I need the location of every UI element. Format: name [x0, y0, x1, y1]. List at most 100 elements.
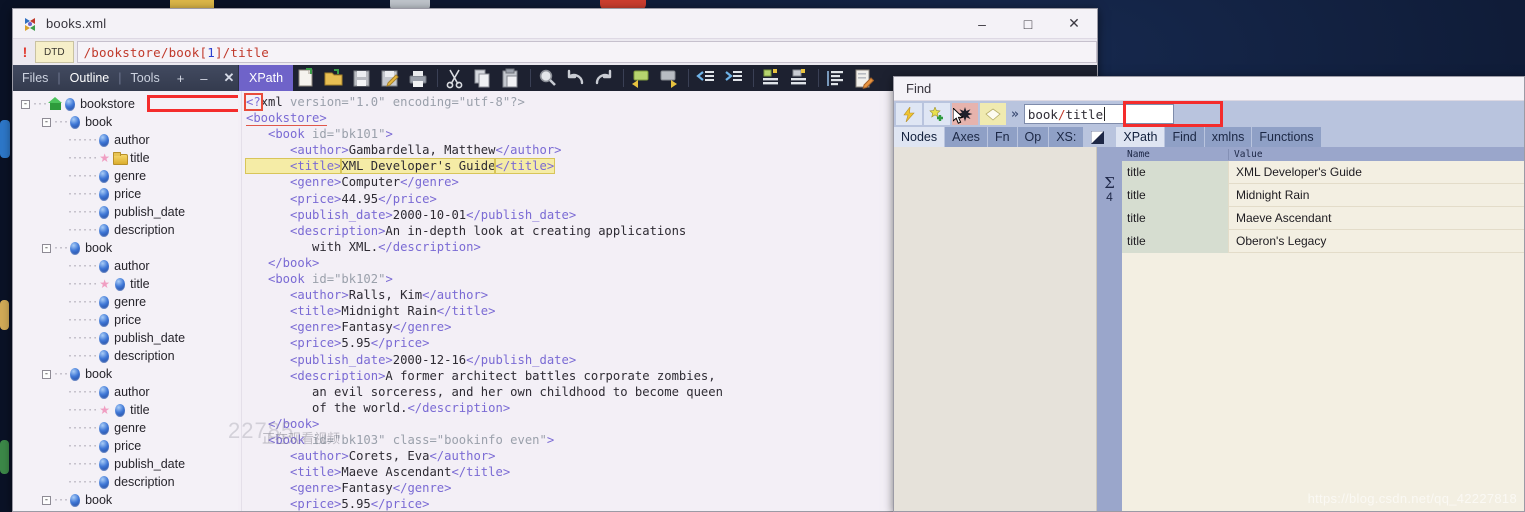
tree-node-book[interactable]: - ··· book	[13, 239, 238, 257]
tab-xpath[interactable]: XPath	[1116, 127, 1165, 147]
cut-icon[interactable]	[443, 67, 469, 89]
find-icon[interactable]	[536, 67, 562, 89]
tree-node-genre[interactable]: ······ genre	[13, 419, 238, 437]
expand-all-button[interactable]: +	[169, 71, 193, 86]
xpath-input[interactable]: /bookstore/book[1]/title	[76, 41, 1097, 63]
code-token: </book>	[246, 255, 320, 270]
tree-node-publish_date[interactable]: ······ publish_date	[13, 329, 238, 347]
tab-fn[interactable]: Fn	[987, 127, 1017, 147]
toolbar-xpath-tab[interactable]: XPath	[239, 65, 294, 91]
copy-icon[interactable]	[471, 67, 497, 89]
add-attr-icon[interactable]	[787, 67, 813, 89]
indent-icon[interactable]	[722, 67, 748, 89]
find-titlebar[interactable]: Find	[894, 77, 1524, 101]
warning-icon[interactable]: !	[15, 41, 35, 63]
tree-node-bookstore[interactable]: - ··· bookstore	[13, 95, 238, 113]
table-row[interactable]: title XML Developer's Guide	[1122, 160, 1524, 184]
column-header-name[interactable]: Name	[1122, 148, 1229, 160]
add-node-icon[interactable]	[759, 67, 785, 89]
node-sphere-icon	[99, 205, 110, 219]
code-token: 44.95	[341, 191, 379, 206]
tree-node-book[interactable]: - ··· book	[13, 113, 238, 131]
desktop-icon-4	[0, 120, 10, 158]
code-token: </price>	[370, 336, 430, 351]
tree-node-genre[interactable]: ······ genre	[13, 167, 238, 185]
tab-nodes[interactable]: Nodes	[894, 127, 945, 147]
table-row[interactable]: title Maeve Ascendant	[1122, 206, 1524, 230]
node-sphere-icon	[70, 241, 81, 255]
format-icon[interactable]	[824, 67, 850, 89]
close-button[interactable]: ✕	[1051, 9, 1097, 39]
tree-node-title[interactable]: ······ ★ title	[13, 275, 238, 293]
sort-triangle-icon[interactable]	[1084, 127, 1110, 147]
tab-axes[interactable]: Axes	[945, 127, 987, 147]
tree-node-description[interactable]: ······ description	[13, 347, 238, 365]
tree-node-publish_date[interactable]: ······ publish_date	[13, 203, 238, 221]
cell-value: Midnight Rain	[1236, 188, 1310, 202]
tab-outline[interactable]: Outline	[61, 71, 119, 85]
tree-node-author[interactable]: ······ author	[13, 257, 238, 275]
tree-node-price[interactable]: ······ price	[13, 311, 238, 329]
tab-files[interactable]: Files	[13, 71, 57, 85]
tree-node-description[interactable]: ······ description	[13, 473, 238, 491]
tree-node-author[interactable]: ······ author	[13, 383, 238, 401]
star-add-icon[interactable]	[924, 103, 950, 125]
node-sphere-icon	[99, 331, 110, 345]
tree-node-title[interactable]: ······ ★ title	[13, 401, 238, 419]
table-row[interactable]: title Oberon's Legacy	[1122, 229, 1524, 253]
tree-node-book[interactable]: - ··· book	[13, 365, 238, 383]
expand-chevron-icon[interactable]: »	[1006, 107, 1024, 122]
column-header-value[interactable]: Value	[1229, 149, 1524, 160]
tree-toggle-icon[interactable]: -	[21, 99, 30, 109]
tab-functions[interactable]: Functions	[1252, 127, 1321, 147]
code-token: <author>	[246, 449, 349, 464]
tab-tools[interactable]: Tools	[122, 71, 169, 85]
save-as-icon[interactable]	[378, 67, 404, 89]
tab-find[interactable]: Find	[1165, 127, 1204, 147]
tree-node-publish_date[interactable]: ······ publish_date	[13, 455, 238, 473]
collapse-all-button[interactable]: –	[192, 71, 215, 86]
diamond-icon[interactable]	[980, 103, 1006, 125]
minimize-button[interactable]: –	[959, 9, 1005, 39]
find-xpath-input[interactable]: book/title	[1023, 104, 1174, 124]
undo-icon[interactable]	[564, 67, 590, 89]
print-icon[interactable]	[406, 67, 432, 89]
new-file-icon[interactable]	[294, 67, 320, 89]
tree-toggle-icon[interactable]: -	[42, 369, 51, 379]
table-row[interactable]: title Midnight Rain	[1122, 183, 1524, 207]
window-controls: – □ ✕	[959, 9, 1097, 39]
code-token: <author>	[246, 288, 349, 303]
find-node-list[interactable]	[894, 147, 1097, 511]
tree-node-description[interactable]: ······ description	[13, 221, 238, 239]
maximize-button[interactable]: □	[1005, 9, 1051, 39]
redo-icon[interactable]	[592, 67, 618, 89]
tree-node-author[interactable]: ······ author	[13, 131, 238, 149]
tree-node-label: price	[114, 439, 142, 453]
tree-toggle-icon[interactable]: -	[42, 495, 51, 505]
edit-doc-icon[interactable]	[852, 67, 878, 89]
tree-node-price[interactable]: ······ price	[13, 437, 238, 455]
tree-connector: ···	[32, 98, 48, 110]
tab-xmlns[interactable]: xmlns	[1204, 127, 1252, 147]
lightning-icon[interactable]	[896, 103, 922, 125]
save-icon[interactable]	[350, 67, 376, 89]
tree-node-price[interactable]: ······ price	[13, 185, 238, 203]
comment-right-icon[interactable]	[657, 67, 683, 89]
window-titlebar[interactable]: books.xml – □ ✕	[13, 9, 1097, 39]
comment-left-icon[interactable]	[629, 67, 655, 89]
paste-icon[interactable]	[499, 67, 525, 89]
tab-op[interactable]: Op	[1017, 127, 1049, 147]
toolbar-separator	[530, 69, 532, 87]
tree-toggle-icon[interactable]: -	[42, 243, 51, 253]
tree-node-genre[interactable]: ······ genre	[13, 293, 238, 311]
tree-toggle-icon[interactable]: -	[42, 117, 51, 127]
tree-node-title[interactable]: ······ ★ title	[13, 149, 238, 167]
starburst-icon[interactable]	[952, 103, 978, 125]
tab-xs[interactable]: XS:	[1049, 127, 1084, 147]
tree-node-book[interactable]: - ··· book	[13, 491, 238, 509]
xpath-token: book	[168, 44, 200, 60]
open-folder-icon[interactable]	[322, 67, 348, 89]
dtd-button[interactable]: DTD	[35, 41, 74, 63]
outdent-icon[interactable]	[694, 67, 720, 89]
xml-outline-tree[interactable]: - ··· bookstore - ··· book ······ author ······ ★…	[13, 91, 238, 511]
